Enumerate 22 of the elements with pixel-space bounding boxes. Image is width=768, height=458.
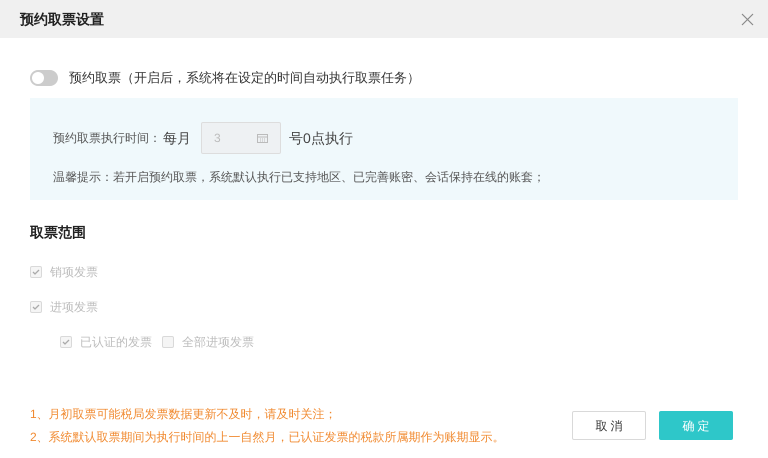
checkmark-icon [62, 338, 70, 346]
schedule-suffix: 号0点执行 [289, 128, 353, 148]
toggle-label: 预约取票（开启后，系统将在设定的时间自动执行取票任务） [69, 69, 420, 88]
checkmark-icon [32, 268, 40, 276]
schedule-prefix: 每月 [163, 128, 191, 148]
checkmark-icon [32, 303, 40, 311]
checkbox-label: 已认证的发票 [80, 334, 152, 351]
checkbox-label: 全部进项发票 [182, 334, 254, 351]
confirm-button[interactable]: 确 定 [659, 411, 733, 440]
cancel-button[interactable]: 取 消 [572, 411, 646, 440]
checkbox-label: 销项发票 [50, 264, 98, 281]
tip-text: 温馨提示：若开启预约取票，系统默认执行已支持地区、已完善账密、会话保持在线的账套； [53, 169, 546, 186]
day-field[interactable]: 3 [201, 122, 281, 154]
schedule-label: 预约取票执行时间： [53, 130, 161, 147]
notice-text: 2、系统默认取票期间为执行时间的上一自然月，已认证发票的税款所属期作为账期显示。 [30, 429, 505, 446]
close-icon[interactable] [741, 12, 754, 26]
calendar-icon [257, 133, 268, 143]
notice-text: 1、月初取票可能税局发票数据更新不及时，请及时关注； [30, 406, 338, 423]
toggle-switch[interactable] [30, 70, 58, 86]
checkbox-label: 进项发票 [50, 299, 98, 316]
dialog-title: 预约取票设置 [20, 10, 104, 28]
section-title: 取票范围 [30, 223, 87, 242]
